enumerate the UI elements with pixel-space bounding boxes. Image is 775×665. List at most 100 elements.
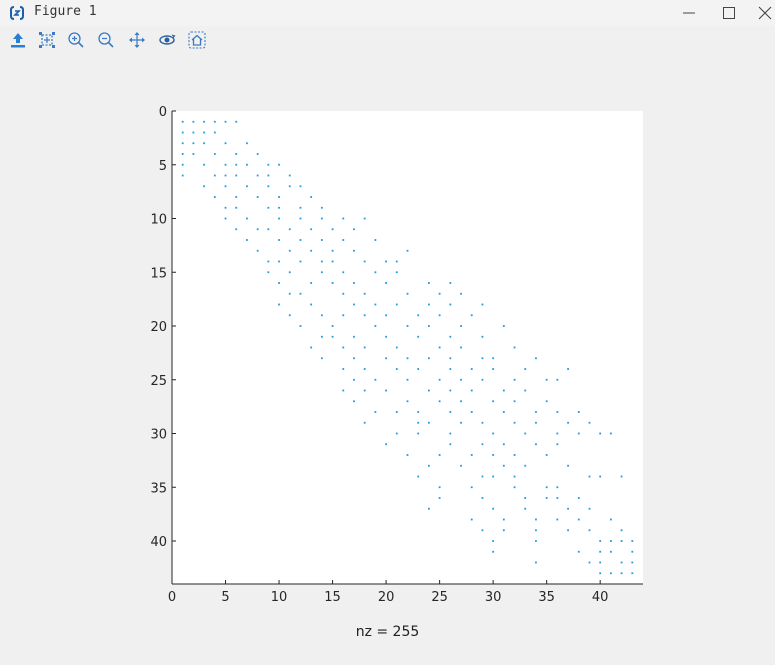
nonzero-marker [288, 249, 291, 252]
nonzero-marker [213, 174, 216, 177]
nonzero-marker [395, 271, 398, 274]
nonzero-marker [481, 529, 484, 532]
y-tick-label: 15 [150, 266, 167, 281]
nonzero-marker [310, 346, 313, 349]
nonzero-marker [524, 497, 527, 499]
spy-plot[interactable]: 0 5 10 15 20 25 30 35 40 0 5 10 15 20 25 30 35 40 [0, 0, 775, 665]
nonzero-marker [331, 282, 334, 284]
nonzero-marker [438, 400, 441, 403]
nonzero-marker [353, 303, 355, 306]
nonzero-marker [395, 432, 398, 435]
nonzero-marker [588, 529, 591, 532]
nonzero-marker [631, 550, 634, 553]
nonzero-marker [502, 389, 505, 392]
nonzero-marker [513, 378, 516, 381]
nonzero-marker [470, 486, 473, 489]
nonzero-marker [320, 217, 323, 220]
nonzero-marker [203, 142, 206, 145]
nonzero-marker [310, 228, 313, 231]
nonzero-marker [556, 443, 559, 446]
nonzero-marker [556, 432, 559, 435]
x-tick-label: 0 [168, 590, 176, 605]
y-tick-label: 20 [150, 320, 167, 335]
nonzero-marker [556, 378, 559, 381]
nonzero-marker [609, 540, 612, 542]
nonzero-marker [492, 540, 495, 542]
nonzero-marker [545, 486, 548, 489]
nonzero-marker [385, 335, 387, 338]
nonzero-marker [353, 249, 355, 252]
nonzero-marker [460, 378, 462, 381]
y-tick-label: 30 [150, 428, 167, 443]
nonzero-marker [567, 529, 569, 532]
nonzero-marker [406, 357, 409, 360]
nonzero-marker [406, 292, 409, 295]
x-tick-label: 10 [271, 590, 288, 605]
nonzero-marker [417, 411, 420, 413]
nonzero-marker [353, 228, 355, 231]
nonzero-marker [203, 131, 206, 134]
nonzero-marker [577, 497, 580, 499]
nonzero-marker [192, 120, 195, 123]
nonzero-marker [256, 196, 259, 198]
nonzero-marker [181, 142, 184, 145]
nonzero-marker [428, 464, 430, 467]
nonzero-marker [331, 260, 334, 263]
y-tick-label: 35 [150, 481, 167, 496]
nonzero-marker [438, 486, 441, 489]
nonzero-marker [406, 400, 409, 403]
x-tick-label: 25 [431, 590, 448, 605]
nonzero-marker [577, 411, 580, 413]
nonzero-marker [460, 464, 462, 467]
nonzero-marker [224, 185, 227, 188]
nonzero-marker [492, 368, 495, 370]
nonzero-marker [609, 572, 612, 575]
nonzero-marker [513, 454, 516, 456]
nonzero-marker [353, 378, 355, 381]
nonzero-marker [342, 217, 345, 220]
nonzero-marker [513, 486, 516, 489]
y-tick-label: 0 [159, 105, 167, 120]
nonzero-marker [278, 196, 280, 198]
nonzero-marker [492, 432, 495, 435]
nonzero-marker [406, 454, 409, 456]
nonzero-marker [395, 411, 398, 413]
nonzero-marker [267, 271, 270, 274]
nonzero-marker [481, 497, 484, 499]
nonzero-marker [417, 432, 420, 435]
nonzero-marker [288, 271, 291, 274]
nonzero-marker [470, 454, 473, 456]
nonzero-marker [609, 550, 612, 553]
x-tick-label: 40 [592, 590, 609, 605]
nonzero-marker [395, 260, 398, 263]
nonzero-marker [406, 325, 409, 327]
nonzero-marker [192, 153, 195, 155]
nonzero-marker [181, 131, 184, 134]
nonzero-marker [428, 282, 430, 284]
nonzero-marker [481, 475, 484, 478]
nonzero-marker [588, 561, 591, 564]
nonzero-marker [577, 518, 580, 521]
nonzero-marker [556, 486, 559, 489]
nonzero-marker [235, 153, 238, 155]
nonzero-marker [545, 497, 548, 499]
nonzero-marker [278, 239, 280, 241]
nonzero-marker [588, 507, 591, 510]
nonzero-marker [535, 518, 537, 521]
y-tick-label: 5 [159, 159, 167, 174]
nonzero-marker [417, 335, 420, 338]
nonzero-marker [203, 120, 206, 123]
nonzero-marker [492, 475, 495, 478]
nonzero-marker [417, 314, 420, 317]
nonzero-marker [588, 475, 591, 478]
nonzero-marker [460, 400, 462, 403]
nonzero-marker [599, 550, 602, 553]
nonzero-marker [599, 540, 602, 542]
nonzero-marker [353, 400, 355, 403]
nonzero-marker [535, 357, 537, 360]
nonzero-marker [213, 153, 216, 155]
nonzero-marker [385, 357, 387, 360]
nonzero-marker [235, 120, 238, 123]
nonzero-marker [524, 368, 527, 370]
nonzero-marker [460, 421, 462, 424]
